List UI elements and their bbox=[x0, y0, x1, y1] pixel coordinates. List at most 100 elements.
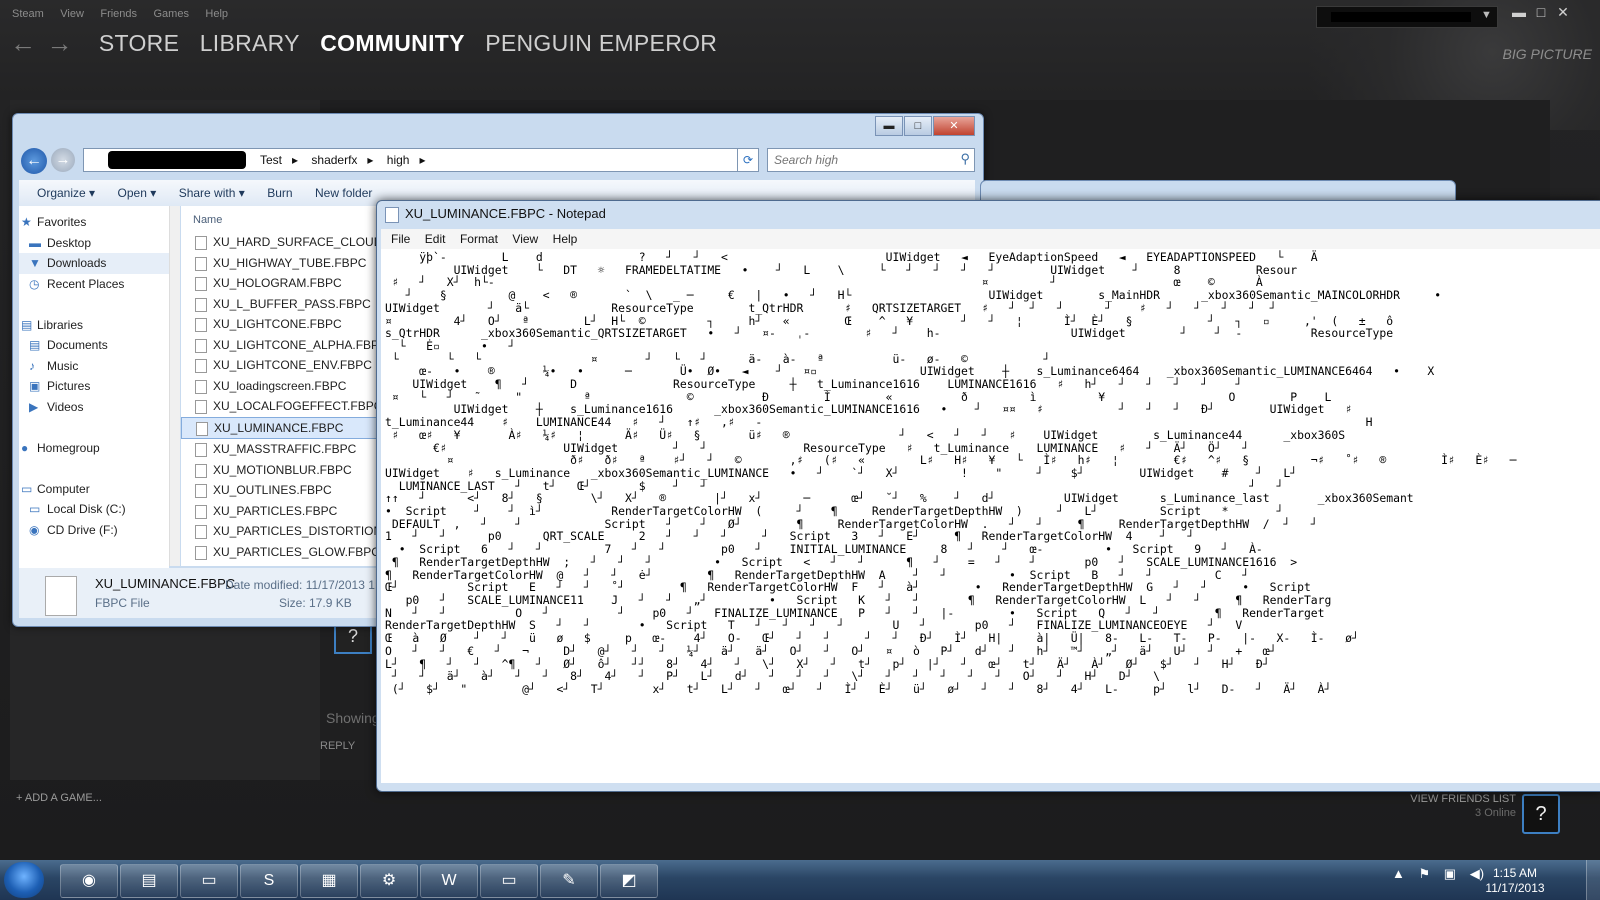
close-button[interactable]: ✕ bbox=[1552, 4, 1574, 21]
nav-item-desktop[interactable]: ▬ Desktop bbox=[19, 233, 169, 254]
file-icon bbox=[195, 318, 207, 332]
flag-icon[interactable]: ⚑ bbox=[1419, 866, 1431, 881]
tab-profile[interactable]: PENGUIN EMPEROR bbox=[485, 30, 717, 57]
tab-library[interactable]: LIBRARY bbox=[200, 30, 300, 57]
nav-item-computer[interactable]: ▭ Computer bbox=[19, 479, 169, 500]
minimize-button[interactable]: ▬ bbox=[875, 116, 903, 136]
menu-view[interactable]: View bbox=[512, 232, 538, 246]
file-row[interactable]: XU_HIGHWAY_TUBE.FBPC bbox=[181, 253, 377, 274]
nav-icon: ▶ bbox=[29, 399, 39, 414]
taskbar-app-windows-explorer[interactable]: ▤ bbox=[120, 864, 178, 898]
tab-store[interactable]: STORE bbox=[99, 30, 179, 57]
nav-item-libraries[interactable]: ▤ Libraries bbox=[19, 315, 169, 336]
nav-item-downloads[interactable]: ▼ Downloads bbox=[19, 253, 169, 274]
nav-item-recent-places[interactable]: ◷ Recent Places bbox=[19, 274, 169, 295]
taskbar-app-steam[interactable]: ⚙ bbox=[360, 864, 418, 898]
file-row[interactable]: XU_LIGHTCONE.FBPC bbox=[181, 314, 377, 335]
network-icon[interactable]: ▣ bbox=[1444, 866, 1456, 881]
menu-view[interactable]: View bbox=[60, 8, 84, 20]
file-row[interactable]: XU_LOCALFOGEFFECT.FBPC bbox=[181, 396, 377, 417]
file-row[interactable]: XU_PARTICLES_DISTORTION.FB bbox=[181, 521, 377, 542]
file-row[interactable]: XU_HOLOGRAM.FBPC bbox=[181, 273, 377, 294]
nav-item-pictures[interactable]: ▣ Pictures bbox=[19, 376, 169, 397]
redacted-username bbox=[1331, 12, 1471, 22]
menu-steam[interactable]: Steam bbox=[12, 8, 44, 20]
nav-item-homegroup[interactable]: ● Homegroup bbox=[19, 438, 169, 459]
taskbar-app-word[interactable]: W bbox=[420, 864, 478, 898]
address-bar[interactable]: Test ▸ shaderfx ▸ high ▸ bbox=[83, 148, 755, 172]
nav-scrollbar[interactable] bbox=[169, 206, 180, 566]
add-game-button[interactable]: + ADD A GAME... bbox=[16, 792, 102, 804]
taskbar-app-sticky-notes[interactable]: ▭ bbox=[180, 864, 238, 898]
taskbar-app-command-prompt[interactable]: ▭ bbox=[480, 864, 538, 898]
file-row[interactable]: XU_loadingscreen.FBPC bbox=[181, 376, 377, 397]
taskbar-app-control-panel[interactable]: ▦ bbox=[300, 864, 358, 898]
back-arrow-icon[interactable]: ← bbox=[10, 28, 42, 59]
file-row[interactable]: XU_OUTLINES.FBPC bbox=[181, 480, 377, 501]
menu-games[interactable]: Games bbox=[154, 8, 189, 20]
name-column-header[interactable]: Name bbox=[181, 206, 377, 232]
friends-help-button[interactable]: ? bbox=[1522, 794, 1560, 834]
notepad-title: XU_LUMINANCE.FBPC - Notepad bbox=[385, 206, 606, 223]
share-with-button[interactable]: Share with ▾ bbox=[179, 186, 245, 200]
search-icon[interactable]: ⚲ bbox=[960, 151, 970, 167]
taskbar-app-chrome[interactable]: ◉ bbox=[60, 864, 118, 898]
clock[interactable]: 1:15 AM 11/17/2013 bbox=[1478, 866, 1552, 896]
taskbar-app-skype[interactable]: S bbox=[240, 864, 298, 898]
show-desktop-button[interactable] bbox=[1586, 860, 1600, 900]
taskbar-app-editor[interactable]: ✎ bbox=[540, 864, 598, 898]
menu-help[interactable]: Help bbox=[205, 8, 228, 20]
breadcrumb-item[interactable]: shaderfx bbox=[311, 153, 357, 167]
details-file-type: FBPC File bbox=[95, 596, 150, 610]
breadcrumb-item[interactable]: high bbox=[387, 153, 410, 167]
maximize-button[interactable]: □ bbox=[1530, 4, 1552, 20]
menu-edit[interactable]: Edit bbox=[425, 232, 446, 246]
forward-arrow-icon[interactable]: → bbox=[51, 148, 75, 172]
refresh-icon[interactable]: ⟳ bbox=[737, 148, 759, 172]
chevron-right-icon: ▸ bbox=[367, 153, 374, 167]
file-row[interactable]: XU_HARD_SURFACE_CLOUDS.F bbox=[181, 232, 377, 253]
big-picture-button[interactable]: BIG PICTURE bbox=[1496, 46, 1592, 62]
nav-item-favorites[interactable]: ★ Favorites bbox=[19, 212, 169, 233]
notepad-text-area[interactable]: ÿþ`- L d ? ┘ ┘ < UIWidget ◄ EyeAdaptionS… bbox=[381, 249, 1600, 783]
nav-item-music[interactable]: ♪ Music bbox=[19, 356, 169, 377]
menu-friends[interactable]: Friends bbox=[100, 8, 137, 20]
file-row[interactable]: XU_MASSTRAFFIC.FBPC bbox=[181, 439, 377, 460]
nav-item-videos[interactable]: ▶ Videos bbox=[19, 397, 169, 418]
file-row[interactable]: XU_LIGHTCONE_ALPHA.FBPC bbox=[181, 335, 377, 356]
menu-format[interactable]: Format bbox=[460, 232, 498, 246]
file-row[interactable]: XU_LUMINANCE.FBPC bbox=[181, 416, 377, 439]
start-button[interactable] bbox=[4, 862, 44, 898]
file-list: Name XU_HARD_SURFACE_CLOUDS.F XU_HIGHWAY_… bbox=[181, 206, 377, 566]
file-content: ÿþ`- L d ? ┘ ┘ < UIWidget ◄ EyeAdaptionS… bbox=[385, 250, 1517, 696]
breadcrumb-item[interactable]: Test bbox=[260, 153, 282, 167]
back-arrow-icon[interactable]: ← bbox=[21, 148, 47, 174]
nav-item-local-disk-c[interactable]: ▭ Local Disk (C:) bbox=[19, 499, 169, 520]
nav-item-cd-drive-f[interactable]: ◉ CD Drive (F:) bbox=[19, 520, 169, 541]
burn-button[interactable]: Burn bbox=[267, 186, 292, 200]
open-button[interactable]: Open ▾ bbox=[118, 186, 157, 200]
nav-item-documents[interactable]: ▤ Documents bbox=[19, 335, 169, 356]
close-button[interactable]: ✕ bbox=[933, 116, 975, 136]
file-row[interactable]: XU_PARTICLES_GLOW.FBPC bbox=[181, 542, 377, 563]
search-input[interactable] bbox=[768, 149, 956, 171]
new-folder-button[interactable]: New folder bbox=[315, 186, 372, 200]
menu-help[interactable]: Help bbox=[553, 232, 578, 246]
account-dropdown[interactable]: ▼ bbox=[1316, 6, 1498, 28]
file-name: XU_LOCALFOGEFFECT.FBPC bbox=[213, 399, 377, 413]
minimize-button[interactable]: ▬ bbox=[1508, 4, 1530, 20]
file-row[interactable]: XU_LIGHTCONE_ENV.FBPC bbox=[181, 355, 377, 376]
file-row[interactable]: XU_L_BUFFER_PASS.FBPC bbox=[181, 294, 377, 315]
file-row[interactable]: XU_MOTIONBLUR.FBPC bbox=[181, 460, 377, 481]
show-hidden-icons-icon[interactable]: ▲ bbox=[1392, 866, 1405, 881]
forward-arrow-icon[interactable]: → bbox=[46, 28, 78, 59]
menu-file[interactable]: File bbox=[391, 232, 410, 246]
reply-link[interactable]: REPLY bbox=[320, 740, 355, 752]
friends-list-button[interactable]: VIEW FRIENDS LIST 3 Online bbox=[1330, 792, 1516, 820]
file-row[interactable]: XU_PARTICLES.FBPC bbox=[181, 501, 377, 522]
tab-community[interactable]: COMMUNITY bbox=[320, 30, 465, 57]
taskbar-app-paint[interactable]: ◩ bbox=[600, 864, 658, 898]
taskbar-app-icon: ◉ bbox=[82, 872, 96, 889]
maximize-button[interactable]: □ bbox=[904, 116, 932, 136]
organize-button[interactable]: Organize ▾ bbox=[37, 186, 95, 200]
